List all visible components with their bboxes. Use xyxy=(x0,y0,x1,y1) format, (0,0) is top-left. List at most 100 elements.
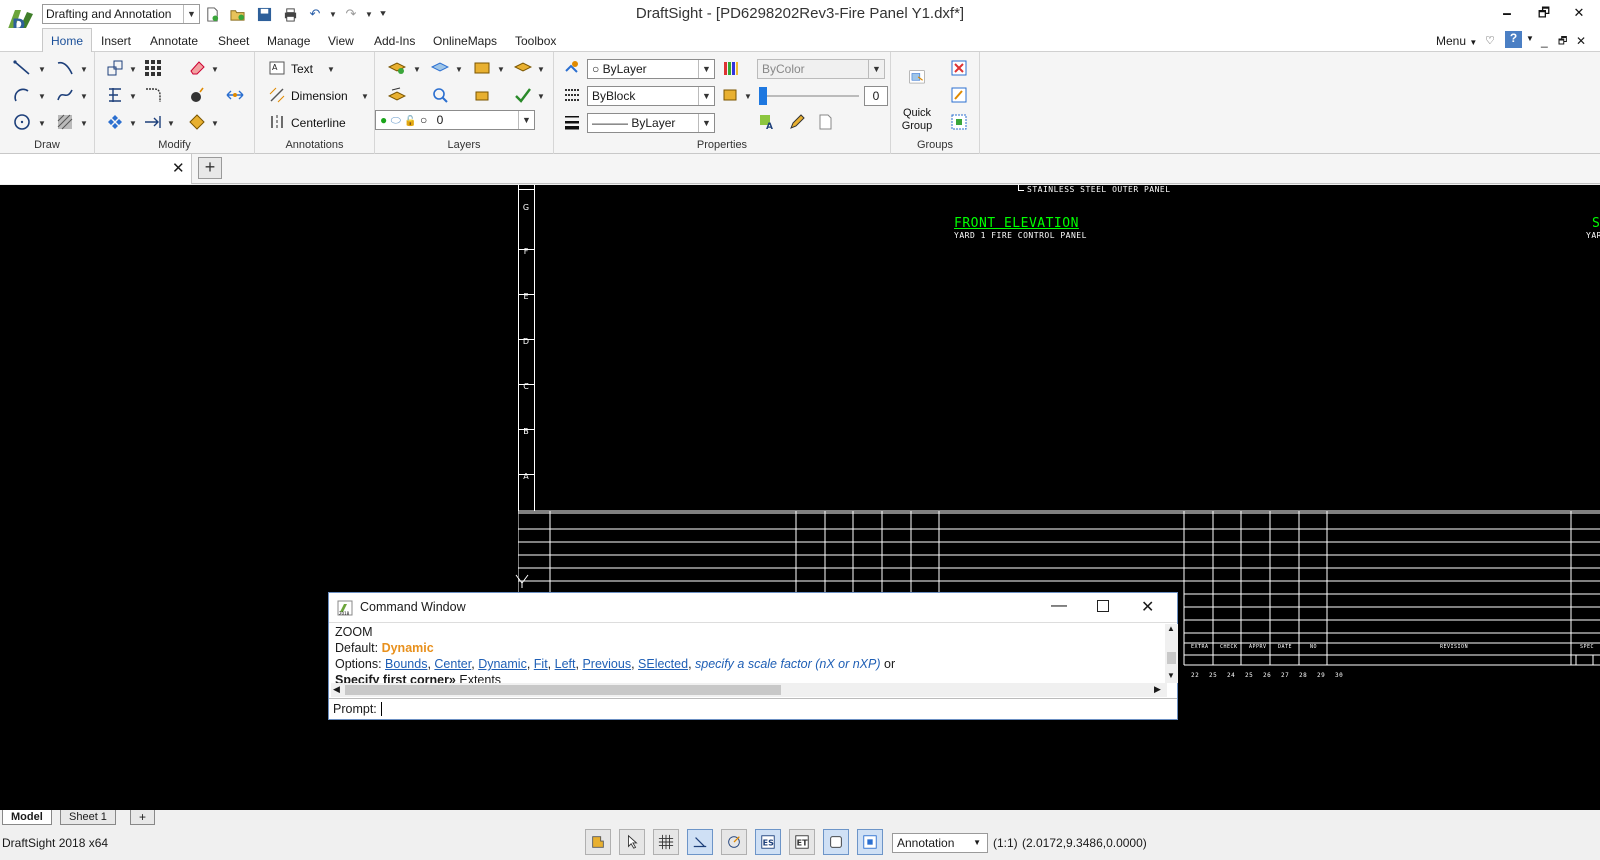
transparency-input[interactable]: 0 xyxy=(864,86,888,106)
eraser-dropdown-icon[interactable]: ▼ xyxy=(211,65,219,74)
hatch-dropdown-icon[interactable]: ▼ xyxy=(80,119,88,128)
help-icon[interactable]: ? xyxy=(1505,31,1522,48)
polyline-icon[interactable] xyxy=(55,58,75,78)
customize-quick-access-icon[interactable]: ⯆ xyxy=(374,5,392,23)
move-icon[interactable] xyxy=(105,58,125,78)
dimension-button[interactable]: Dimension xyxy=(291,89,348,103)
spline-dropdown-icon[interactable]: ▼ xyxy=(80,92,88,101)
tab-view[interactable]: View xyxy=(320,32,362,52)
tab-annotate[interactable]: Annotate xyxy=(142,32,206,52)
command-minimize-button[interactable]: — xyxy=(1051,597,1067,615)
entity-track-icon[interactable]: ET xyxy=(789,829,815,855)
option-fit[interactable]: Fit xyxy=(534,657,548,671)
undo-icon[interactable]: ↶ xyxy=(306,5,324,23)
layer-manager-icon[interactable] xyxy=(387,58,407,78)
circle-icon[interactable] xyxy=(12,112,32,132)
layer-select[interactable]: ● ⬭ 🔓 ○ 0 ▼ xyxy=(375,110,535,130)
redo-icon[interactable]: ↷ xyxy=(342,5,360,23)
text-dropdown-icon[interactable]: ▼ xyxy=(327,65,335,74)
tab-insert[interactable]: Insert xyxy=(93,32,139,52)
arc-dropdown-icon[interactable]: ▼ xyxy=(38,92,46,101)
transparency-slider-thumb[interactable] xyxy=(759,87,767,105)
doc-restore-button[interactable]: 🗗 xyxy=(1558,34,1567,51)
default-value[interactable]: Dynamic xyxy=(382,641,434,655)
layer-copy-icon[interactable] xyxy=(472,85,492,105)
layer-walk-icon[interactable] xyxy=(513,58,533,78)
hscroll-thumb[interactable] xyxy=(345,685,781,695)
lineweight-select[interactable]: ――― ByLayer ▼ xyxy=(587,113,715,133)
quick-group-button[interactable]: Quick Group xyxy=(899,107,935,133)
option-selected[interactable]: SElected xyxy=(638,657,688,671)
text-icon[interactable]: A xyxy=(267,58,287,78)
color-bars-icon[interactable] xyxy=(721,58,741,78)
ortho-icon[interactable] xyxy=(687,829,713,855)
restore-button[interactable]: 🗗 xyxy=(1530,4,1558,24)
doc-minimize-button[interactable]: _ xyxy=(1541,34,1548,48)
eraser-icon[interactable] xyxy=(187,58,207,78)
properties-paint-dropdown-icon[interactable]: ▼ xyxy=(211,119,219,128)
page-icon[interactable] xyxy=(815,112,835,132)
centerline-icon[interactable] xyxy=(267,112,287,132)
option-dynamic[interactable]: Dynamic xyxy=(478,657,527,671)
entity-snap-icon[interactable]: ES xyxy=(755,829,781,855)
tab-sheet[interactable]: Sheet xyxy=(210,32,257,52)
command-vscrollbar[interactable]: ▲ ▼ xyxy=(1165,624,1178,683)
polyline-dropdown-icon[interactable]: ▼ xyxy=(80,65,88,74)
text-button[interactable]: Text xyxy=(291,62,313,76)
pencil-icon[interactable] xyxy=(787,112,807,132)
rotate-dropdown-icon[interactable]: ▼ xyxy=(129,119,137,128)
layer-state-icon[interactable] xyxy=(430,58,450,78)
extend-dropdown-icon[interactable]: ▼ xyxy=(167,119,175,128)
layer-make-current-icon[interactable] xyxy=(387,85,407,105)
layer-isolate-icon[interactable] xyxy=(430,85,450,105)
close-tab-icon[interactable]: ✕ xyxy=(172,159,185,177)
fillet-icon[interactable] xyxy=(143,85,163,105)
lineweight-icon[interactable] xyxy=(562,112,582,132)
option-previous[interactable]: Previous xyxy=(582,657,631,671)
grid-icon[interactable] xyxy=(653,829,679,855)
extend-icon[interactable] xyxy=(143,112,163,132)
tab-add-ins[interactable]: Add-Ins xyxy=(366,32,423,52)
properties-paint-icon[interactable] xyxy=(187,112,207,132)
doc-close-button[interactable]: ✕ xyxy=(1576,34,1586,48)
heart-icon[interactable]: ♡ xyxy=(1485,34,1495,47)
scroll-left-icon[interactable]: ◀ xyxy=(333,684,340,695)
command-window[interactable]: 2018 Command Window — ✕ ZOOM Default: Dy… xyxy=(328,592,1178,720)
move-dropdown-icon[interactable]: ▼ xyxy=(129,65,137,74)
trim-icon[interactable] xyxy=(105,85,125,105)
spline-icon[interactable] xyxy=(55,85,75,105)
layer-walk-dropdown-icon[interactable]: ▼ xyxy=(537,65,545,74)
layer-filter-dropdown-icon[interactable]: ▼ xyxy=(497,65,505,74)
dynamic-input-icon[interactable] xyxy=(857,829,883,855)
group-select-icon[interactable] xyxy=(949,112,969,132)
centerline-button[interactable]: Centerline xyxy=(291,116,346,130)
save-icon[interactable] xyxy=(255,5,273,23)
transparency-dropdown-icon[interactable]: ▼ xyxy=(744,92,752,101)
menu-button[interactable]: Menu ▼ xyxy=(1436,34,1477,48)
print-icon[interactable] xyxy=(281,5,299,23)
scale-readout[interactable]: (1:1) xyxy=(993,836,1018,850)
scroll-down-icon[interactable]: ▼ xyxy=(1167,671,1175,680)
cursor-select-icon[interactable] xyxy=(619,829,645,855)
lineweight-display-icon[interactable] xyxy=(823,829,849,855)
sheet-tab-sheet1[interactable]: Sheet 1 xyxy=(60,810,116,825)
ungroup-icon[interactable] xyxy=(949,58,969,78)
polar-icon[interactable] xyxy=(721,829,747,855)
stretch-icon[interactable] xyxy=(225,85,245,105)
layer-check-dropdown-icon[interactable]: ▼ xyxy=(537,92,545,101)
pattern-icon[interactable] xyxy=(143,58,163,78)
close-button[interactable]: ✕ xyxy=(1565,4,1593,24)
scroll-up-icon[interactable]: ▲ xyxy=(1167,624,1175,633)
color-select[interactable]: ○ ByLayer ▼ xyxy=(587,59,715,79)
scroll-right-icon[interactable]: ▶ xyxy=(1154,684,1161,695)
command-window-titlebar[interactable]: 2018 Command Window — ✕ xyxy=(329,593,1177,623)
workspace-select[interactable]: Drafting and Annotation ▼ xyxy=(42,4,200,24)
trim-dropdown-icon[interactable]: ▼ xyxy=(129,92,137,101)
minimize-button[interactable]: 🗕 xyxy=(1493,4,1521,24)
quick-group-icon[interactable] xyxy=(901,62,933,94)
new-file-icon[interactable] xyxy=(203,5,221,23)
annotation-scale-select[interactable]: Annotation ▼ xyxy=(892,833,988,853)
sheet-tab-model[interactable]: Model xyxy=(2,810,52,825)
new-tab-button[interactable]: + xyxy=(198,157,222,179)
tab-toolbox[interactable]: Toolbox xyxy=(507,32,564,52)
